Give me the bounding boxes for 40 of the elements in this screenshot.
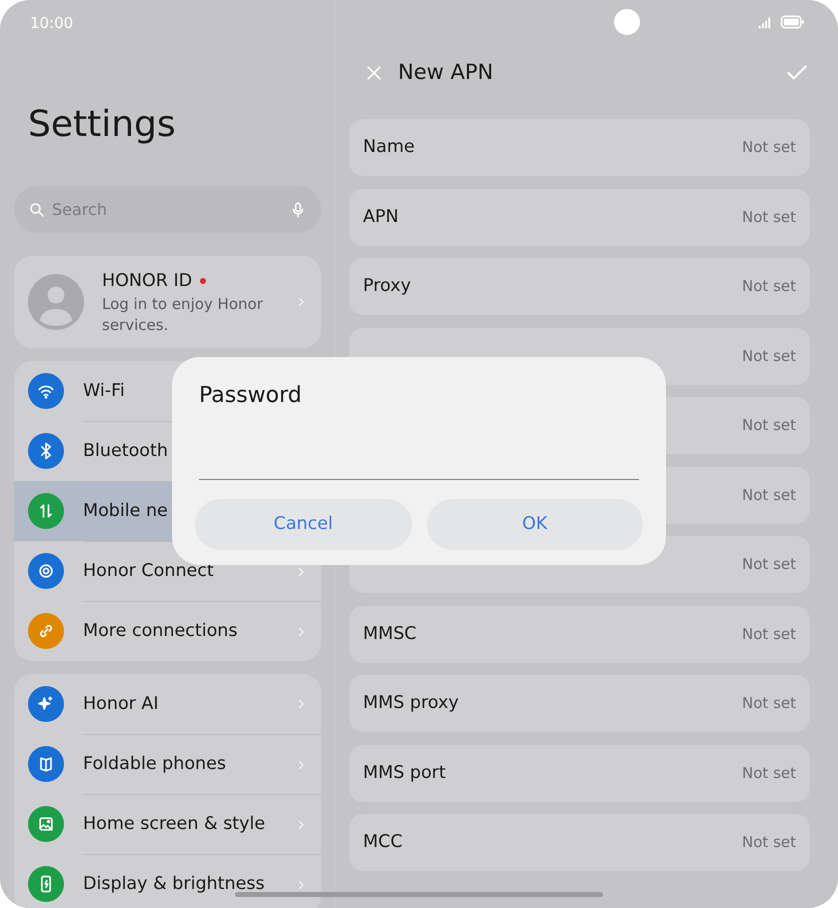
field-value: Not set — [742, 762, 796, 784]
field-value: Not set — [742, 554, 796, 576]
apn-field-row[interactable]: Proxy Not set — [349, 258, 810, 315]
search-icon — [28, 200, 46, 218]
camera-hole — [614, 9, 640, 35]
field-value: Not set — [742, 137, 796, 158]
dialog-title: Password — [199, 382, 303, 410]
field-value: Not set — [742, 206, 796, 228]
field-value: Not set — [742, 484, 796, 506]
apn-field-row[interactable]: APN Not set — [349, 188, 810, 246]
field-label: Proxy — [363, 275, 411, 298]
settings-item[interactable]: Honor AI — [14, 674, 321, 734]
settings-item[interactable]: Home screen & style — [14, 794, 321, 854]
field-value: Not set — [742, 346, 796, 367]
field-value: Not set — [742, 624, 796, 645]
apn-field-row[interactable]: MCC Not set — [349, 814, 810, 871]
field-label: APN — [363, 206, 399, 229]
field-label: MMS port — [363, 762, 446, 785]
field-label: MMSC — [363, 622, 417, 646]
apn-field-row[interactable]: MMS port Not set — [349, 744, 810, 802]
field-value: Not set — [742, 415, 796, 436]
apn-field-row[interactable]: MMSC Not set — [349, 606, 810, 662]
account-subtitle: Log in to enjoy Honor services. — [102, 294, 264, 336]
settings-item[interactable]: Foldable phones — [14, 734, 321, 794]
settings-item[interactable]: More connections — [14, 601, 321, 661]
field-label: MCC — [363, 831, 403, 854]
page-title: Settings — [28, 107, 177, 143]
account-card[interactable]: HONOR ID Log in to enjoy Honor services. — [14, 256, 321, 348]
field-label: Name — [363, 136, 415, 160]
status-time: 10:00 — [29, 13, 74, 34]
field-value: Not set — [742, 693, 796, 714]
apn-field-row[interactable]: Name Not set — [349, 119, 810, 176]
apn-field-row[interactable]: MMS proxy Not set — [349, 675, 810, 732]
field-label: MMS proxy — [363, 692, 459, 716]
signal-icon — [756, 15, 773, 29]
field-value: Not set — [742, 276, 796, 298]
avatar-icon — [28, 274, 84, 330]
field-value: Not set — [742, 832, 796, 854]
account-title: HONOR ID — [102, 270, 192, 293]
screen-title: New APN — [398, 58, 494, 86]
